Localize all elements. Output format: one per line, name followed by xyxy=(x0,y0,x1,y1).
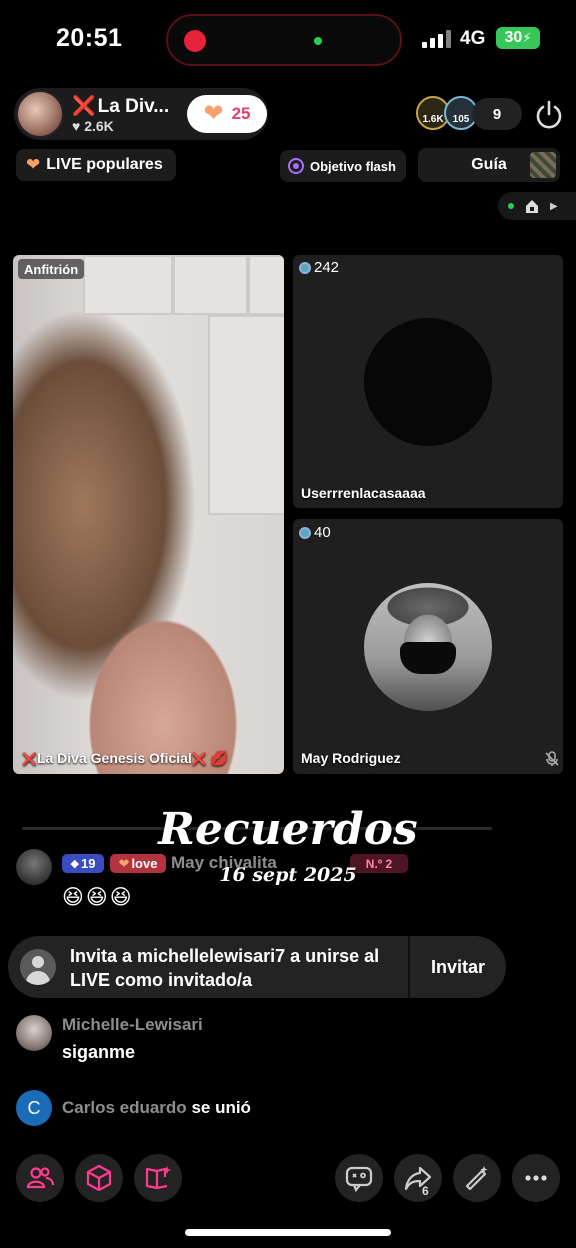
recording-icon xyxy=(184,30,206,52)
chat-avatar[interactable] xyxy=(16,1015,52,1051)
guests-button[interactable] xyxy=(16,1154,64,1202)
gift-box-button[interactable] xyxy=(75,1154,123,1202)
guest-name: May Rodriguez xyxy=(301,750,401,766)
host-avatar[interactable] xyxy=(16,90,64,138)
comment-button[interactable] xyxy=(335,1154,383,1202)
status-time: 20:51 xyxy=(56,24,123,52)
cube-icon xyxy=(86,1164,112,1192)
chat-username[interactable]: Michelle-Lewisari xyxy=(62,1015,203,1035)
guide-thumbnail xyxy=(530,152,556,178)
invite-guest-banner: Invita a michellelewisari7 a unirse al L… xyxy=(8,936,506,998)
share-button[interactable] xyxy=(394,1154,442,1202)
chevron-right-icon[interactable]: ▶ xyxy=(550,201,558,212)
more-icon xyxy=(525,1175,547,1181)
red-cross-icon: ❌ xyxy=(191,752,207,766)
host-badge: Anfitrión xyxy=(18,259,85,279)
viewer-count-button[interactable]: 9 xyxy=(472,98,522,130)
live-dot-icon xyxy=(508,203,514,209)
guest-viewer-count: 242 xyxy=(314,259,340,276)
target-icon xyxy=(288,158,304,174)
magic-wand-button[interactable] xyxy=(453,1154,501,1202)
mic-off-icon[interactable] xyxy=(544,751,560,767)
share-count: 6 xyxy=(422,1184,429,1198)
network-type: 4G xyxy=(460,28,486,49)
heart-count: 25 xyxy=(231,104,251,123)
guest-viewer-count: 40 xyxy=(314,524,331,541)
guide-chip[interactable]: Guía xyxy=(418,148,560,182)
chat-message: siganme xyxy=(62,1042,136,1062)
guide-label: Guía xyxy=(471,156,507,173)
flash-goal-label: Objetivo flash xyxy=(310,158,396,174)
invite-button[interactable]: Invitar xyxy=(410,936,506,998)
guest-avatar[interactable] xyxy=(364,318,492,446)
effects-button[interactable] xyxy=(134,1154,182,1202)
invite-text: Invita a michellelewisari7 a unirse al L… xyxy=(70,946,380,990)
user-avatar-icon xyxy=(20,949,56,985)
battery-level: 30 xyxy=(504,29,523,46)
live-popular-chip[interactable]: ❤ LIVE populares xyxy=(16,149,176,181)
face-mask-shape xyxy=(400,642,456,674)
memories-date: 16 sept 2025 xyxy=(219,864,357,886)
people-icon xyxy=(26,1167,55,1189)
heart-icon: ❤ xyxy=(26,155,41,174)
heart-icon: ♥ xyxy=(72,118,81,134)
viewers-icon xyxy=(299,526,311,539)
sparkle-book-icon xyxy=(145,1166,171,1190)
red-cross-icon: ❌ xyxy=(72,96,96,117)
host-tile-name: La Diva Genesis Oficial xyxy=(36,750,192,766)
viewers-icon xyxy=(299,261,311,274)
signal-icon xyxy=(422,30,451,48)
chat-avatar[interactable]: C xyxy=(16,1090,52,1126)
host-video-tile[interactable] xyxy=(13,255,284,774)
live-popular-label: LIVE populares xyxy=(46,156,163,173)
dynamic-island xyxy=(166,14,402,66)
mini-toolbar[interactable]: ▶ xyxy=(498,192,576,220)
red-cross-icon: ❌ xyxy=(22,752,37,766)
more-options-button[interactable] xyxy=(512,1154,560,1202)
guest-name: Userrrenlacasaaaa xyxy=(301,485,426,501)
heart-icon: ❤ xyxy=(203,100,224,127)
home-icon[interactable] xyxy=(524,198,540,214)
join-text: se unió xyxy=(191,1098,251,1117)
chat-message: 😆😆😆 xyxy=(62,886,134,909)
magic-wand-icon xyxy=(465,1166,488,1191)
chat-bubble-icon xyxy=(345,1166,373,1193)
memories-title: Recuerdos xyxy=(158,804,418,855)
kiss-icon: 💋 xyxy=(210,750,229,766)
camera-indicator-icon xyxy=(314,37,322,45)
home-indicator[interactable] xyxy=(185,1229,391,1236)
host-likes: 2.6K xyxy=(84,118,114,134)
follow-heart-button[interactable]: ❤ 25 xyxy=(187,95,267,133)
battery-icon: 30 ⚡ xyxy=(496,27,540,49)
power-icon[interactable] xyxy=(532,98,566,132)
host-name: La Div... xyxy=(97,96,170,117)
flash-goal-chip[interactable]: Objetivo flash xyxy=(280,150,406,182)
chat-username[interactable]: Carlos eduardo xyxy=(62,1098,187,1117)
